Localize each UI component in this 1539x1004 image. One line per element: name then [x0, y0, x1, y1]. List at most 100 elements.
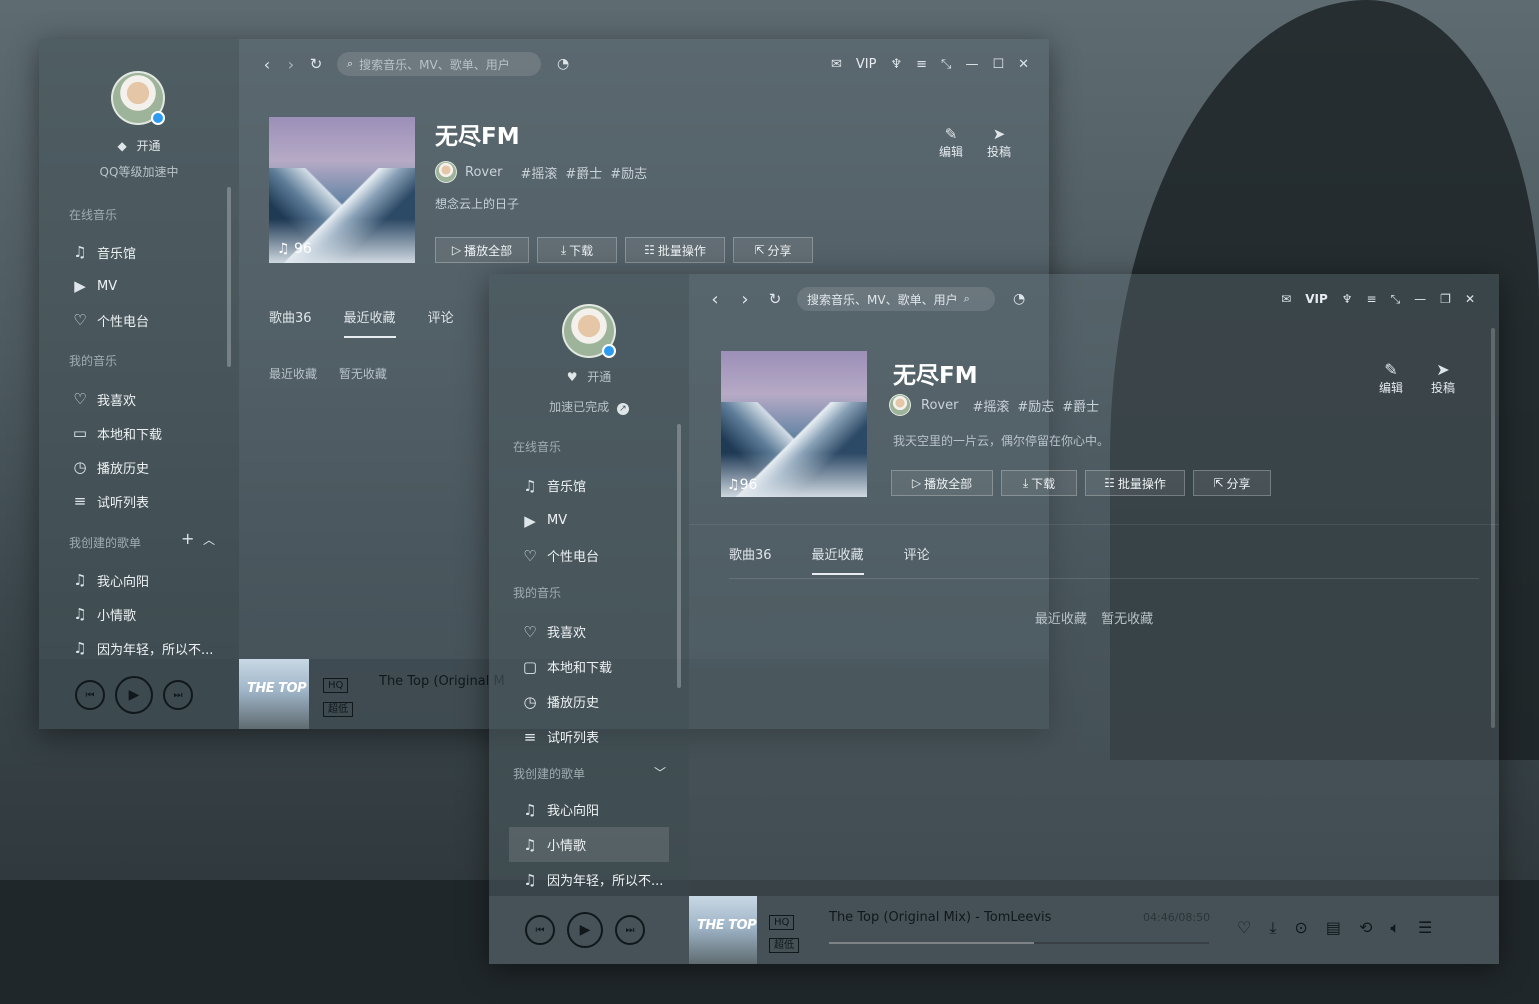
tab-0[interactable]: 歌曲36: [729, 544, 772, 563]
recognize-icon[interactable]: ◔: [1013, 291, 1025, 307]
tag-link[interactable]: #爵士: [1062, 400, 1099, 415]
tag-link[interactable]: #励志: [610, 167, 647, 182]
playlist-cover[interactable]: ♫96: [721, 351, 867, 497]
batch-button[interactable]: ☷ 批量操作: [625, 237, 725, 263]
quality-low-badge[interactable]: 超低: [323, 702, 353, 717]
play-all-button[interactable]: ▷ 播放全部: [435, 237, 529, 263]
tag-link[interactable]: #爵士: [565, 167, 602, 182]
tab-1[interactable]: 最近收藏: [811, 544, 864, 575]
download-button[interactable]: ⤓ 下载: [1001, 470, 1077, 496]
submit-button[interactable]: 投稿: [1431, 379, 1455, 396]
vip-open-link[interactable]: 开通: [137, 139, 161, 153]
creator-name[interactable]: Rover: [465, 165, 502, 180]
creator-avatar[interactable]: [889, 394, 911, 416]
skin-icon[interactable]: ♆: [890, 57, 902, 72]
comment-icon[interactable]: ⊙: [1294, 918, 1307, 938]
download-icon[interactable]: ⤓: [1269, 918, 1276, 938]
send-icon[interactable]: ➤: [1436, 360, 1449, 379]
edit-button[interactable]: 编辑: [1379, 379, 1403, 396]
collapse-icon[interactable]: ︿: [203, 531, 215, 548]
sidebar-item[interactable]: ♫ 小情歌: [69, 597, 213, 631]
sidebar-item[interactable]: ♡ 个性电台: [69, 303, 149, 337]
maximize-icon[interactable]: ☐: [992, 57, 1004, 72]
restore-icon[interactable]: ❐: [1440, 292, 1451, 306]
now-playing-thumb[interactable]: THE TOP: [239, 659, 309, 729]
vip-open-link[interactable]: 开通: [587, 370, 611, 384]
avatar[interactable]: [111, 71, 165, 125]
tag-link[interactable]: #摇滚: [972, 400, 1009, 415]
tab-2[interactable]: 评论: [428, 307, 454, 326]
prev-icon[interactable]: ⏮: [525, 915, 555, 945]
add-playlist-icon[interactable]: +: [181, 529, 194, 548]
sidebar-item[interactable]: ♡ 我喜欢: [69, 382, 162, 416]
sidebar-item[interactable]: ♫ 我心向阳: [509, 792, 669, 827]
progress-track[interactable]: [829, 942, 1209, 944]
forward-arrow-icon[interactable]: ›: [727, 289, 763, 310]
submit-button[interactable]: 投稿: [987, 143, 1011, 160]
quality-hq-badge[interactable]: HQ: [323, 678, 349, 693]
sidebar-item[interactable]: ▢ 本地和下载: [519, 649, 612, 684]
prev-icon[interactable]: ⏮: [75, 680, 105, 710]
next-icon[interactable]: ⏭: [615, 915, 645, 945]
refresh-icon[interactable]: ↻: [763, 290, 787, 308]
mail-icon[interactable]: ✉: [831, 57, 842, 72]
mini-mode-icon[interactable]: ⤡: [941, 57, 951, 72]
skin-icon[interactable]: ♆: [1342, 292, 1353, 306]
tab-1[interactable]: 最近收藏: [343, 307, 396, 338]
recognize-icon[interactable]: ◔: [557, 56, 569, 72]
quality-hq-badge[interactable]: HQ: [769, 915, 795, 930]
share-button[interactable]: ⇱ 分享: [1193, 470, 1271, 496]
sidebar-item[interactable]: ≡ 试听列表: [519, 719, 612, 754]
forward-arrow-icon[interactable]: ›: [277, 55, 305, 74]
refresh-icon[interactable]: ↻: [305, 55, 327, 73]
sidebar-item[interactable]: ♫ 因为年轻，所以不...: [509, 862, 669, 897]
sidebar-item[interactable]: ▶ MV: [69, 269, 149, 303]
volume-icon[interactable]: 🔈︎: [1390, 918, 1400, 938]
sidebar-scrollbar[interactable]: [677, 424, 681, 688]
download-button[interactable]: ⤓ 下载: [537, 237, 617, 263]
sidebar-item[interactable]: ♫ 音乐馆: [519, 468, 599, 503]
minimize-icon[interactable]: —: [965, 57, 978, 72]
play-icon[interactable]: ▶: [115, 676, 153, 714]
minimize-icon[interactable]: —: [1414, 292, 1426, 306]
send-icon[interactable]: ➤: [993, 125, 1006, 143]
edit-icon[interactable]: ✎: [1384, 360, 1397, 379]
mail-icon[interactable]: ✉: [1281, 292, 1291, 306]
back-arrow-icon[interactable]: ‹: [703, 289, 727, 310]
edit-icon[interactable]: ✎: [945, 125, 958, 143]
now-playing-thumb[interactable]: THE TOP: [689, 896, 757, 964]
share-button[interactable]: ⇱ 分享: [733, 237, 813, 263]
playlist-cover[interactable]: ♫ 96: [269, 117, 415, 263]
vip-button[interactable]: VIP: [1305, 292, 1328, 306]
tag-link[interactable]: #励志: [1017, 400, 1054, 415]
quality-low-badge[interactable]: 超低: [769, 938, 799, 953]
sidebar-item[interactable]: ♫ 音乐馆: [69, 235, 149, 269]
creator-avatar[interactable]: [435, 161, 457, 183]
play-all-button[interactable]: ▷ 播放全部: [891, 470, 993, 496]
main-scrollbar[interactable]: [1491, 328, 1495, 728]
loop-icon[interactable]: ⟲: [1359, 918, 1372, 938]
sidebar-item[interactable]: ♫ 小情歌: [509, 827, 669, 862]
search-box[interactable]: 搜索音乐、MV、歌单、用户 ⌕: [797, 287, 995, 311]
edit-button[interactable]: 编辑: [939, 143, 963, 160]
close-icon[interactable]: ✕: [1465, 292, 1475, 306]
tab-0[interactable]: 歌曲36: [269, 307, 312, 326]
play-icon[interactable]: ▶: [567, 912, 603, 948]
avatar[interactable]: [562, 304, 616, 358]
sidebar-item[interactable]: ▶ MV: [519, 503, 599, 538]
batch-button[interactable]: ☷ 批量操作: [1085, 470, 1185, 496]
sidebar-item[interactable]: ◷ 播放历史: [519, 684, 612, 719]
chevron-down-icon[interactable]: ﹀: [654, 764, 666, 781]
creator-name[interactable]: Rover: [921, 398, 958, 413]
sidebar-item[interactable]: ♡ 我喜欢: [519, 614, 612, 649]
back-arrow-icon[interactable]: ‹: [257, 55, 277, 74]
sidebar-item[interactable]: ≡ 试听列表: [69, 484, 162, 518]
queue-icon[interactable]: ☰: [1418, 918, 1432, 938]
sidebar-item[interactable]: ♫ 我心向阳: [69, 563, 213, 597]
sidebar-item[interactable]: ◷ 播放历史: [69, 450, 162, 484]
menu-icon[interactable]: ≡: [916, 57, 927, 72]
next-icon[interactable]: ⏭: [163, 680, 193, 710]
menu-icon[interactable]: ≡: [1367, 292, 1377, 306]
sidebar-scrollbar[interactable]: [227, 187, 231, 367]
lyrics-icon[interactable]: ▤: [1326, 918, 1341, 938]
